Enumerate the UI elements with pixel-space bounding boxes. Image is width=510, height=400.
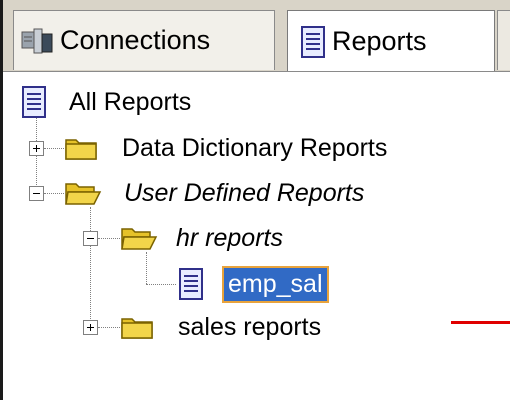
- reports-tree: All Reports Data Dictionary Reports User…: [3, 72, 510, 400]
- tree-node-label-selected: emp_sal: [222, 265, 329, 303]
- tree-node-user-defined-reports[interactable]: User Defined Reports: [64, 173, 364, 213]
- tree-node-hr-reports[interactable]: hr reports: [120, 218, 283, 258]
- expand-toggle[interactable]: [83, 320, 98, 335]
- reports-icon: [300, 25, 326, 58]
- tree-connector: [98, 238, 120, 239]
- tab-reports[interactable]: Reports: [287, 10, 495, 72]
- tree-node-data-dictionary-reports[interactable]: Data Dictionary Reports: [64, 128, 387, 168]
- expand-toggle[interactable]: [29, 141, 44, 156]
- tree-node-label: hr reports: [176, 223, 283, 252]
- tree-node-label: User Defined Reports: [124, 178, 365, 207]
- report-document-icon: [21, 86, 47, 118]
- folder-closed-icon: [64, 135, 98, 161]
- tree-node-label: Data Dictionary Reports: [122, 133, 388, 162]
- tree-connector: [44, 193, 64, 194]
- tree-connector: [98, 327, 120, 328]
- tree-node-emp-sal[interactable]: emp_sal: [178, 264, 329, 304]
- annotation-arrow-line: [451, 321, 510, 324]
- tree-node-label: All Reports: [69, 87, 192, 116]
- tab-connections[interactable]: Connections: [13, 10, 275, 70]
- tree-node-sales-reports[interactable]: sales reports: [120, 307, 321, 347]
- tab-connections-label: Connections: [60, 25, 211, 55]
- tab-strip: Connections Reports: [3, 0, 510, 72]
- report-document-icon: [178, 268, 204, 300]
- tree-connector: [146, 284, 176, 285]
- folder-open-icon: [120, 225, 158, 251]
- tree-connector: [90, 207, 91, 327]
- folder-open-icon: [64, 180, 102, 206]
- connections-icon: [20, 26, 54, 56]
- collapse-toggle[interactable]: [29, 186, 44, 201]
- tab-overflow[interactable]: [497, 10, 510, 70]
- tab-reports-label: Reports: [332, 26, 427, 56]
- collapse-toggle[interactable]: [83, 231, 98, 246]
- folder-closed-icon: [120, 314, 154, 340]
- tree-connector: [44, 148, 64, 149]
- tree-node-all-reports[interactable]: All Reports: [21, 82, 191, 122]
- tree-node-label: sales reports: [178, 312, 322, 341]
